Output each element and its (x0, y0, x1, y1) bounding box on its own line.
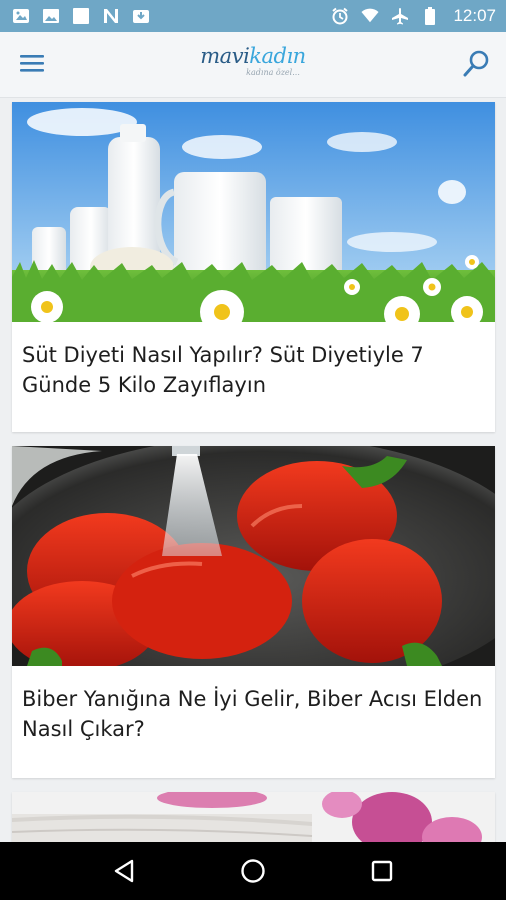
logo-wordmark: mavikadın (0, 44, 506, 68)
red-peppers-colander-photo (12, 446, 495, 666)
n-app-icon (102, 8, 120, 24)
wifi-icon (361, 8, 380, 24)
app-bar: mavikadın kadına özel... (0, 32, 506, 98)
airplane-mode-icon (391, 8, 409, 25)
article-card[interactable]: Biber Yanığına Ne İyi Gelir, Biber Acısı… (12, 446, 495, 778)
logo-part-kadin: kadın (249, 44, 306, 68)
blank-notification-icon (72, 8, 90, 24)
system-navigation-bar (0, 842, 506, 900)
article-card[interactable]: Süt Diyeti Nasıl Yapılır? Süt Diyetiyle … (12, 102, 495, 432)
status-bar: 12:07 (0, 0, 506, 32)
status-time: 12:07 (453, 6, 496, 25)
back-triangle-icon[interactable] (104, 851, 144, 891)
milk-bottles-daisies-photo (12, 102, 495, 322)
article-title[interactable]: Süt Diyeti Nasıl Yapılır? Süt Diyetiyle … (12, 322, 495, 400)
gallery-icon (42, 8, 60, 24)
home-circle-icon[interactable] (233, 851, 273, 891)
logo-tagline: kadına özel... (246, 68, 300, 77)
status-left-icons (12, 8, 150, 24)
image-icon (12, 8, 30, 24)
battery-icon (421, 7, 439, 25)
download-box-icon (132, 8, 150, 24)
article-title[interactable]: Biber Yanığına Ne İyi Gelir, Biber Acısı… (12, 666, 495, 744)
recents-square-icon[interactable] (362, 851, 402, 891)
app-logo[interactable]: mavikadın kadına özel... (0, 44, 506, 77)
logo-part-mavi: mavi (200, 44, 250, 68)
status-right-icons: 12:07 (331, 6, 496, 26)
alarm-icon (331, 7, 349, 25)
search-icon[interactable] (462, 48, 494, 80)
